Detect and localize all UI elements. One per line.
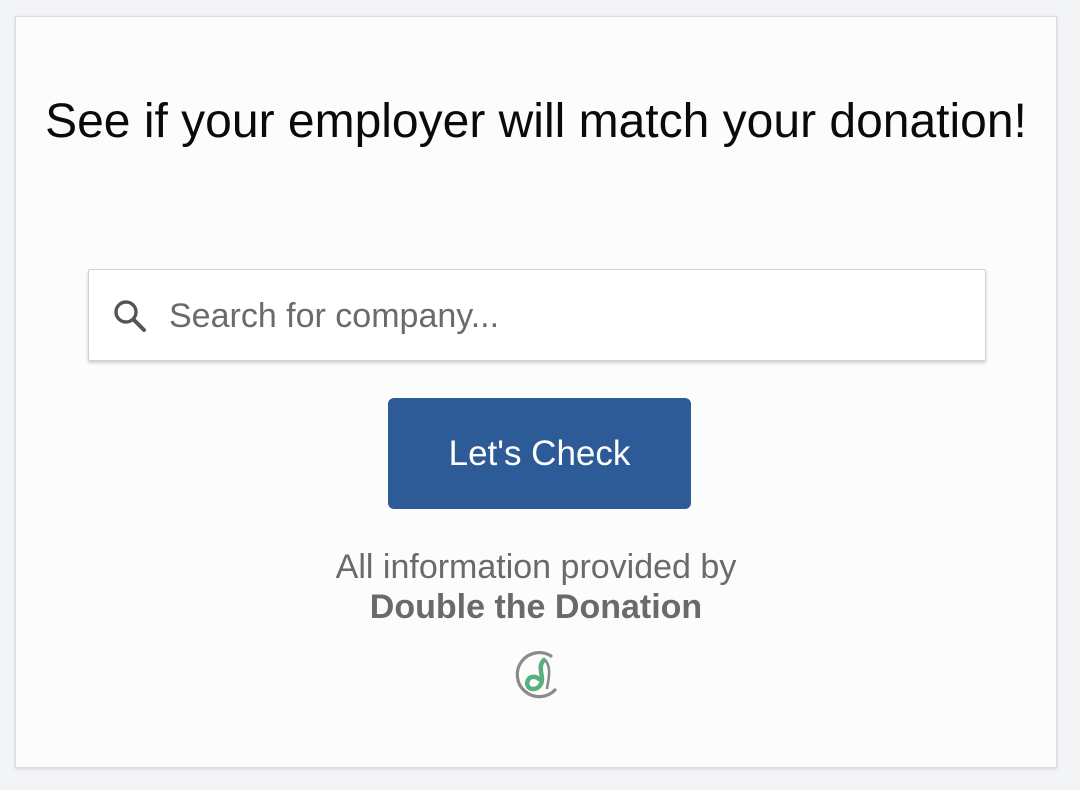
company-search-box[interactable] bbox=[88, 269, 986, 361]
widget-title: See if your employer will match your don… bbox=[45, 95, 1027, 148]
matching-gift-widget: See if your employer will match your don… bbox=[15, 16, 1057, 768]
double-the-donation-logo-icon bbox=[511, 648, 563, 700]
attribution-text: All information provided by bbox=[335, 548, 737, 586]
lets-check-button[interactable]: Let's Check bbox=[388, 398, 691, 509]
attribution: All information provided by Double the D… bbox=[16, 547, 1056, 627]
company-search-input[interactable] bbox=[169, 290, 959, 342]
search-icon bbox=[111, 297, 149, 335]
provider-name: Double the Donation bbox=[369, 588, 703, 626]
